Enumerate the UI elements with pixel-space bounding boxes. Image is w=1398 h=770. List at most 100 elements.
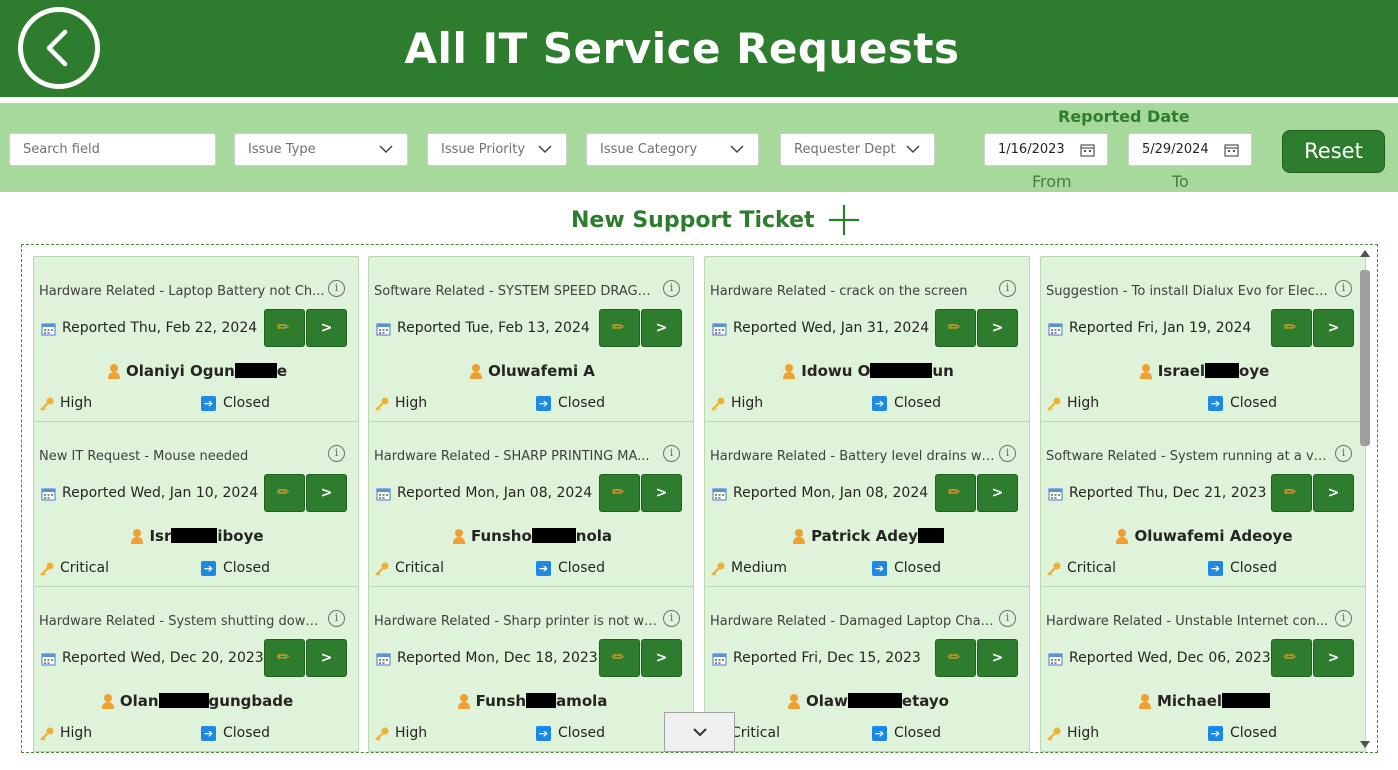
ticket-card[interactable]: Hardware Related - Sharp printer is not … bbox=[368, 586, 694, 752]
open-ticket-button[interactable]: > bbox=[641, 474, 682, 512]
edit-button[interactable]: ✏ bbox=[935, 474, 976, 512]
info-icon[interactable]: i bbox=[999, 610, 1016, 627]
new-support-ticket-button[interactable]: New Support Ticket bbox=[571, 204, 861, 236]
info-icon[interactable]: i bbox=[663, 445, 680, 462]
ticket-card[interactable]: Hardware Related - Laptop Battery not Ch… bbox=[33, 256, 359, 422]
info-icon[interactable]: i bbox=[663, 280, 680, 297]
open-ticket-button[interactable]: > bbox=[977, 309, 1018, 347]
requester-name: Funsh amola bbox=[369, 692, 695, 710]
ticket-card[interactable]: Suggestion - To install Dialux Evo for E… bbox=[1040, 256, 1366, 422]
requester-name: Oluwafemi Adeoye bbox=[1041, 527, 1367, 545]
status-value: Closed bbox=[558, 725, 606, 741]
reported-date: Reported Tue, Feb 13, 2024 bbox=[397, 320, 590, 336]
filter-bar: Issue Type Issue Priority Issue Category… bbox=[0, 103, 1398, 192]
edit-button[interactable]: ✏ bbox=[1271, 474, 1312, 512]
issue-type-dropdown[interactable]: Issue Type bbox=[234, 133, 408, 166]
search-input[interactable] bbox=[9, 133, 216, 166]
reported-date: Reported Mon, Jan 08, 2024 bbox=[733, 485, 929, 501]
ticket-card[interactable]: Hardware Related - Unstable Internet con… bbox=[1040, 586, 1366, 752]
key-icon bbox=[40, 562, 54, 576]
ticket-card[interactable]: Software Related - SYSTEM SPEED DRAGG...… bbox=[368, 256, 694, 422]
person-icon bbox=[107, 364, 120, 379]
edit-button[interactable]: ✏ bbox=[1271, 309, 1312, 347]
open-ticket-button[interactable]: > bbox=[306, 474, 347, 512]
arrow-right-icon: ➔ bbox=[536, 396, 551, 411]
arrow-right-icon: ➔ bbox=[1208, 726, 1223, 741]
reported-date: Reported Thu, Dec 21, 2023 bbox=[1069, 485, 1267, 501]
requester-name-part: nola bbox=[575, 527, 613, 545]
ticket-card[interactable]: Software Related - System running at a v… bbox=[1040, 421, 1366, 587]
requester-name-part: gungbade bbox=[208, 692, 294, 710]
scroll-up-arrow[interactable] bbox=[1360, 250, 1370, 257]
ticket-card[interactable]: Hardware Related - crack on the screen i R… bbox=[704, 256, 1030, 422]
open-ticket-button[interactable]: > bbox=[306, 309, 347, 347]
requester-name-part: Funsh bbox=[475, 692, 527, 710]
edit-button[interactable]: ✏ bbox=[264, 639, 305, 677]
requester-name-part: Patrick Adey bbox=[811, 527, 918, 545]
info-icon[interactable]: i bbox=[1335, 280, 1352, 297]
requester-name-part: Olaniyi Ogun bbox=[125, 362, 235, 380]
open-ticket-button[interactable]: > bbox=[641, 639, 682, 677]
reported-date: Reported Wed, Dec 20, 2023 bbox=[62, 650, 264, 666]
scroll-down-arrow[interactable] bbox=[1360, 741, 1370, 748]
info-icon[interactable]: i bbox=[663, 610, 680, 627]
info-icon[interactable]: i bbox=[999, 280, 1016, 297]
edit-button[interactable]: ✏ bbox=[599, 474, 640, 512]
info-icon[interactable]: i bbox=[328, 610, 345, 627]
ticket-card[interactable]: Hardware Related - Battery level drains … bbox=[704, 421, 1030, 587]
page-title-text: All IT Service Requests bbox=[404, 24, 960, 73]
info-icon[interactable]: i bbox=[328, 445, 345, 462]
calendar-icon bbox=[41, 488, 56, 501]
key-icon bbox=[1047, 727, 1061, 741]
arrow-right-icon: ➔ bbox=[1208, 396, 1223, 411]
edit-button[interactable]: ✏ bbox=[935, 309, 976, 347]
priority-value: Medium bbox=[731, 560, 787, 576]
priority-value: Critical bbox=[395, 560, 444, 576]
open-ticket-button[interactable]: > bbox=[977, 639, 1018, 677]
open-ticket-button[interactable]: > bbox=[306, 639, 347, 677]
requester-name: Isr iboye bbox=[34, 527, 360, 545]
edit-button[interactable]: ✏ bbox=[264, 474, 305, 512]
issue-category-dropdown[interactable]: Issue Category bbox=[586, 133, 759, 166]
open-ticket-button[interactable]: > bbox=[1313, 474, 1354, 512]
next-page-button[interactable] bbox=[664, 712, 735, 752]
ticket-title: Hardware Related - Sharp printer is not … bbox=[374, 614, 660, 629]
open-ticket-button[interactable]: > bbox=[977, 474, 1018, 512]
edit-button[interactable]: ✏ bbox=[935, 639, 976, 677]
from-date-picker[interactable]: 1/16/2023 bbox=[984, 133, 1108, 166]
person-icon bbox=[131, 529, 144, 544]
ticket-card[interactable]: Hardware Related - SHARP PRINTING MA... i… bbox=[368, 421, 694, 587]
reset-button[interactable]: Reset bbox=[1282, 130, 1385, 173]
open-ticket-button[interactable]: > bbox=[1313, 639, 1354, 677]
open-ticket-button[interactable]: > bbox=[641, 309, 682, 347]
ticket-card[interactable]: Hardware Related - System shutting down … bbox=[33, 586, 359, 752]
ticket-card[interactable]: Hardware Related - Damaged Laptop Char..… bbox=[704, 586, 1030, 752]
scrollbar-thumb[interactable] bbox=[1360, 270, 1370, 446]
edit-button[interactable]: ✏ bbox=[599, 309, 640, 347]
ticket-card[interactable]: New IT Request - Mouse needed i Reported W… bbox=[33, 421, 359, 587]
info-icon[interactable]: i bbox=[999, 445, 1016, 462]
pencil-icon: ✏ bbox=[1284, 648, 1297, 666]
to-date-picker[interactable]: 5/29/2024 bbox=[1128, 133, 1252, 166]
requester-name-part: Idowu O bbox=[801, 362, 871, 380]
chevron-down-icon bbox=[379, 145, 393, 154]
key-icon bbox=[40, 397, 54, 411]
ticket-title: Software Related - SYSTEM SPEED DRAGG... bbox=[374, 284, 660, 299]
info-icon[interactable]: i bbox=[328, 280, 345, 297]
key-icon bbox=[711, 562, 725, 576]
requester-name-part: amola bbox=[556, 692, 608, 710]
reported-date-title: Reported Date bbox=[1058, 107, 1190, 126]
arrow-right-icon: ➔ bbox=[872, 726, 887, 741]
requester-name: Idowu O un bbox=[705, 362, 1031, 380]
edit-button[interactable]: ✏ bbox=[264, 309, 305, 347]
edit-button[interactable]: ✏ bbox=[599, 639, 640, 677]
issue-priority-dropdown[interactable]: Issue Priority bbox=[427, 133, 567, 166]
key-icon bbox=[375, 727, 389, 741]
calendar-icon bbox=[712, 653, 727, 666]
info-icon[interactable]: i bbox=[1335, 610, 1352, 627]
open-ticket-button[interactable]: > bbox=[1313, 309, 1354, 347]
requester-dept-dropdown[interactable]: Requester Dept bbox=[780, 133, 935, 166]
info-icon[interactable]: i bbox=[1335, 445, 1352, 462]
arrow-right-icon: ➔ bbox=[536, 561, 551, 576]
edit-button[interactable]: ✏ bbox=[1271, 639, 1312, 677]
